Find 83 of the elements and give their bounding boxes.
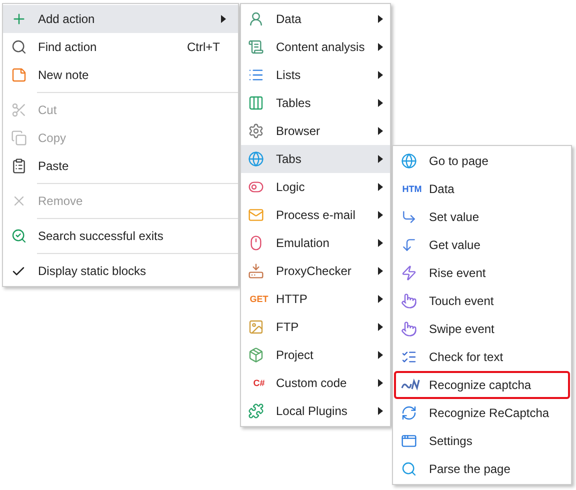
menu-item[interactable]: Paste [3,152,238,180]
menu-item[interactable]: Content analysis [241,33,390,61]
menu-item[interactable]: Touch event [394,287,570,315]
list-icon [248,67,264,83]
document-icon [248,39,264,55]
gear-icon [248,123,264,139]
menu-item[interactable]: New note [3,61,238,89]
search-check-icon [11,228,27,244]
picture-icon [248,319,264,335]
menu-item[interactable]: Set value [394,203,570,231]
refresh-icon [401,405,417,421]
submenu-arrow-icon [378,43,383,51]
menu-item[interactable]: Go to page [394,147,570,175]
toggle-icon [248,179,264,195]
menu-item[interactable]: Local Plugins [241,397,390,425]
menu-item[interactable]: FTP [241,313,390,341]
globe-icon [248,151,264,167]
copy-icon [11,130,27,146]
menu-item[interactable]: Lists [241,61,390,89]
menu-item[interactable]: Data [241,5,390,33]
submenu-arrow-icon [378,351,383,359]
menu-item[interactable]: Recognize ReCaptcha [394,399,570,427]
hand-icon [401,293,417,309]
menu-item[interactable]: ProxyChecker [241,257,390,285]
submenu-arrow-icon [378,323,383,331]
menu-item[interactable]: Settings [394,427,570,455]
submenu-arrow-icon [378,211,383,219]
menu-item[interactable]: Display static blocks [3,257,238,285]
mail-icon [248,207,264,223]
submenu-arrow-icon [378,239,383,247]
menu-item[interactable]: Get value [394,231,570,259]
menu-item[interactable]: Tabs [241,145,390,173]
code-icon: GET [248,293,270,305]
menu-item[interactable]: Find action Ctrl+T [3,33,238,61]
arrow-icon [401,209,417,225]
menu-item[interactable]: Rise event [394,259,570,287]
menu-item[interactable]: Swipe event [394,315,570,343]
globe-icon [401,153,417,169]
menu-item[interactable]: Process e-mail [241,201,390,229]
download-icon [248,263,264,279]
search-icon [401,461,417,477]
search-icon [11,39,27,55]
menu-item[interactable]: Add action [3,5,238,33]
code-icon: HTM [401,183,423,195]
table-icon [248,95,264,111]
submenu-arrow-icon [378,99,383,107]
cube-icon [248,347,264,363]
submenu-arrow-icon [378,183,383,191]
captcha-icon [401,378,421,392]
plus-icon [11,11,27,27]
submenu-arrow-icon [221,15,226,23]
menu-item[interactable]: Parse the page [394,455,570,483]
puzzle-icon [248,403,264,419]
submenu-arrow-icon [378,379,383,387]
submenu-arrow-icon [378,407,383,415]
submenu-arrow-icon [378,295,383,303]
menu-item[interactable]: HTM Data [394,175,570,203]
menu-item[interactable]: Search successful exits [3,222,238,250]
scissors-icon [11,102,27,118]
submenu-arrow-icon [378,155,383,163]
submenu-arrow-icon [378,71,383,79]
menu-item[interactable]: GET HTTP [241,285,390,313]
menu-item[interactable]: Browser [241,117,390,145]
lightning-icon [401,265,417,281]
menu-item[interactable]: Logic [241,173,390,201]
submenu-arrow-icon [378,15,383,23]
submenu-arrow-icon [378,127,383,135]
window-icon [401,433,417,449]
menu-item[interactable]: Tables [241,89,390,117]
checklist-icon [401,349,417,365]
menu-item[interactable]: Check for text [394,343,570,371]
menu-item[interactable]: Emulation [241,229,390,257]
submenu-arrow-icon [378,267,383,275]
menu-item[interactable]: C# Custom code [241,369,390,397]
hand-icon [401,321,417,337]
arrow-icon [401,237,417,253]
clipboard-icon [11,158,27,174]
note-icon [11,67,27,83]
menu-item[interactable]: Recognize captcha [394,371,570,399]
menu-item[interactable]: Project [241,341,390,369]
mouse-icon [248,235,264,251]
person-icon [248,11,264,27]
code-icon: C# [248,377,270,389]
